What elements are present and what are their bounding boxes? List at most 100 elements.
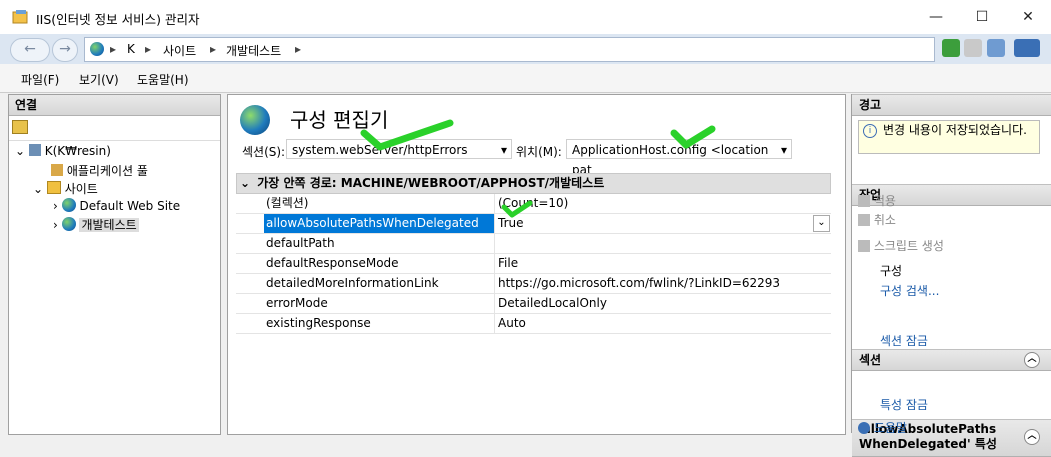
property-name: defaultResponseMode bbox=[264, 254, 495, 273]
value-dropdown-icon[interactable]: ⌄ bbox=[813, 215, 830, 232]
title-bar: IIS(인터넷 정보 서비스) 관리자 — ☐ ✕ bbox=[0, 0, 1051, 35]
breadcrumb-separator-icon: ▸ bbox=[110, 42, 117, 56]
tree-label: 개발테스트 bbox=[79, 218, 139, 232]
window-title: IIS(인터넷 정보 서비스) 관리자 bbox=[36, 12, 200, 27]
location-label: 위치(M): bbox=[516, 145, 562, 159]
dropdown-arrow-icon: ▾ bbox=[500, 143, 507, 157]
property-name: detailedMoreInformationLink bbox=[264, 274, 495, 293]
section-header: 섹션 ︿ bbox=[852, 349, 1051, 371]
collapse-chevron-icon[interactable]: ⌄ bbox=[237, 174, 253, 193]
cancel-action[interactable]: 취소 bbox=[858, 211, 896, 228]
config-editor-icon bbox=[240, 105, 270, 135]
globe-icon bbox=[61, 198, 76, 212]
property-name: defaultPath bbox=[264, 234, 495, 253]
tree-item-app-pools[interactable]: 애플리케이션 풀 bbox=[51, 162, 148, 179]
globe-icon bbox=[61, 217, 76, 231]
attribute-lock-link[interactable]: 특성 잠금 bbox=[880, 396, 928, 413]
back-arrow-icon: ← bbox=[24, 41, 36, 57]
config-search-link[interactable]: 구성 검색... bbox=[880, 282, 939, 299]
breadcrumb-item-server[interactable]: K bbox=[127, 42, 135, 56]
config-title: 구성 bbox=[880, 264, 903, 278]
section-header-text: 섹션 bbox=[859, 353, 882, 367]
config-editor-pane: 구성 편집기 섹션(S): system.webServer/httpError… bbox=[227, 94, 846, 435]
home-icon[interactable] bbox=[987, 39, 1005, 57]
maximize-button[interactable]: ☐ bbox=[959, 0, 1005, 34]
section-label: 섹션(S): bbox=[242, 145, 286, 159]
breadcrumb-separator-icon: ▸ bbox=[210, 42, 217, 56]
tree-label: 사이트 bbox=[64, 182, 98, 196]
cancel-label: 취소 bbox=[873, 213, 896, 227]
property-row[interactable]: defaultPath bbox=[236, 234, 831, 254]
property-row[interactable]: detailedMoreInformationLink https://go.m… bbox=[236, 274, 831, 294]
tree-item-sites[interactable]: ⌄ 사이트 bbox=[33, 180, 98, 197]
breadcrumb-separator-icon: ▸ bbox=[295, 42, 302, 56]
collapse-section-icon[interactable]: ︿ bbox=[1024, 352, 1040, 368]
close-button[interactable]: ✕ bbox=[1005, 0, 1051, 34]
breadcrumb[interactable]: ▸ K ▸ 사이트 ▸ 개발테스트 ▸ bbox=[84, 37, 935, 62]
group-header[interactable]: ⌄ 가장 안쪽 경로: MACHINE/WEBROOT/APPHOST/개발테스… bbox=[236, 173, 831, 194]
expand-chevron-icon[interactable]: › bbox=[53, 199, 58, 213]
refresh-icon[interactable] bbox=[942, 39, 960, 57]
property-value: File bbox=[498, 256, 519, 270]
generate-script-label: 스크립트 생성 bbox=[873, 239, 944, 253]
alerts-header: 경고 bbox=[852, 94, 1051, 116]
property-name: (컬렉션) bbox=[264, 194, 495, 213]
tree-item-default-web-site[interactable]: › Default Web Site bbox=[53, 198, 180, 213]
property-value: https://go.microsoft.com/fwlink/?LinkID=… bbox=[498, 276, 781, 290]
section-lock-link[interactable]: 섹션 잠금 bbox=[880, 332, 928, 349]
actions-pane: 경고 i 변경 내용이 저장되었습니다. 작업 적용 취소 스크립트 생성 구성… bbox=[851, 94, 1051, 457]
stop-icon[interactable] bbox=[964, 39, 982, 57]
expand-chevron-icon[interactable]: › bbox=[53, 218, 58, 232]
cancel-icon bbox=[858, 214, 870, 226]
apply-label: 적용 bbox=[873, 194, 896, 208]
property-name: existingResponse bbox=[264, 314, 495, 333]
annotation-check-icon bbox=[670, 125, 716, 149]
connections-pane: 연결 ⌄ K(K₩resin) 애플리케이션 풀 ⌄ 사이트 › Default… bbox=[8, 94, 221, 435]
connect-icon[interactable] bbox=[12, 120, 28, 134]
menu-bar: 파일(F) 보기(V) 도움말(H) bbox=[0, 64, 1051, 93]
apply-icon bbox=[858, 195, 870, 207]
annotation-check-icon bbox=[360, 119, 454, 151]
tree-item-server[interactable]: ⌄ K(K₩resin) bbox=[15, 144, 111, 158]
property-row[interactable]: defaultResponseMode File bbox=[236, 254, 831, 274]
breadcrumb-item-site[interactable]: 개발테스트 bbox=[226, 42, 281, 59]
property-row[interactable]: existingResponse Auto bbox=[236, 314, 831, 334]
forward-arrow-icon: → bbox=[59, 41, 71, 57]
tree-item-dev-test[interactable]: › 개발테스트 bbox=[53, 216, 139, 233]
help-action[interactable]: 도움말 bbox=[858, 419, 907, 436]
property-row[interactable]: errorMode DetailedLocalOnly bbox=[236, 294, 831, 314]
tree-label: 애플리케이션 풀 bbox=[66, 164, 148, 178]
collapse-chevron-icon[interactable]: ⌄ bbox=[15, 144, 25, 158]
breadcrumb-separator-icon: ▸ bbox=[145, 42, 152, 56]
app-pool-icon bbox=[51, 164, 63, 176]
help-icon bbox=[858, 422, 870, 434]
server-icon bbox=[28, 144, 41, 156]
back-button[interactable]: ← bbox=[10, 38, 50, 62]
menu-view[interactable]: 보기(V) bbox=[79, 71, 119, 88]
forward-button[interactable]: → bbox=[52, 38, 78, 62]
tree-label: Default Web Site bbox=[79, 199, 181, 213]
annotation-check-icon bbox=[501, 200, 533, 218]
property-value: Auto bbox=[498, 316, 526, 330]
property-grid: ⌄ 가장 안쪽 경로: MACHINE/WEBROOT/APPHOST/개발테스… bbox=[236, 173, 831, 334]
generate-script-action[interactable]: 스크립트 생성 bbox=[858, 237, 944, 254]
folder-icon bbox=[46, 181, 61, 194]
minimize-button[interactable]: — bbox=[913, 0, 959, 34]
apply-action[interactable]: 적용 bbox=[858, 192, 896, 209]
breadcrumb-item-sites[interactable]: 사이트 bbox=[163, 42, 196, 59]
globe-icon bbox=[90, 42, 104, 56]
group-header-text: 가장 안쪽 경로: MACHINE/WEBROOT/APPHOST/개발테스트 bbox=[257, 176, 605, 190]
menu-file[interactable]: 파일(F) bbox=[21, 71, 59, 88]
connections-toolbar bbox=[9, 116, 220, 141]
collapse-attribute-icon[interactable]: ︿ bbox=[1024, 429, 1040, 445]
tree-label: K(K₩resin) bbox=[44, 144, 111, 158]
help-dropdown-icon[interactable] bbox=[1014, 39, 1040, 57]
menu-help[interactable]: 도움말(H) bbox=[137, 71, 189, 88]
iis-app-icon bbox=[12, 10, 28, 24]
script-icon bbox=[858, 240, 870, 252]
dropdown-arrow-icon: ▾ bbox=[780, 143, 787, 157]
info-icon: i bbox=[863, 124, 877, 138]
collapse-chevron-icon[interactable]: ⌄ bbox=[33, 182, 43, 196]
address-bar: ← → ▸ K ▸ 사이트 ▸ 개발테스트 ▸ bbox=[0, 34, 1051, 64]
alert-box: i 변경 내용이 저장되었습니다. bbox=[858, 120, 1040, 154]
